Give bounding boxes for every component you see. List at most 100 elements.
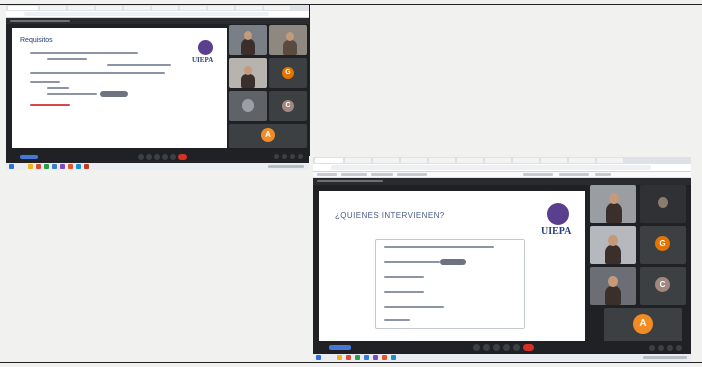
browser-tab[interactable] [541, 158, 567, 163]
present-icon[interactable] [162, 154, 168, 160]
participant-tile[interactable] [229, 25, 267, 55]
slide-text-line [384, 276, 424, 278]
taskbar-app-icon[interactable] [44, 164, 49, 169]
participant-tile[interactable] [590, 267, 636, 305]
taskbar-app-icon[interactable] [68, 164, 73, 169]
participant-tile[interactable]: C [269, 91, 307, 121]
taskbar-app-icon[interactable] [364, 355, 369, 360]
end-call-icon[interactable] [178, 154, 187, 160]
top-meet-window: Requisitos UIEPA G C A [6, 5, 309, 170]
taskbar-app-icon[interactable] [84, 164, 89, 169]
present-icon[interactable] [503, 344, 510, 351]
browser-tab[interactable] [401, 158, 427, 163]
slide-content-box [375, 239, 525, 329]
participant-tile[interactable]: G [269, 58, 307, 88]
microphone-icon[interactable] [138, 154, 144, 160]
taskbar-app-icon[interactable] [60, 164, 65, 169]
address-bar[interactable] [24, 12, 269, 16]
taskbar-app-icon[interactable] [52, 164, 57, 169]
bottom-divider [0, 362, 702, 363]
activities-icon[interactable] [676, 345, 682, 351]
start-icon[interactable] [316, 355, 321, 360]
participant-tile[interactable] [269, 25, 307, 55]
browser-tab[interactable] [373, 158, 399, 163]
address-bar[interactable] [331, 165, 651, 170]
browser-tab[interactable] [236, 6, 262, 10]
slide-red-note [30, 104, 70, 106]
browser-tab[interactable] [180, 6, 206, 10]
bookmark-item[interactable] [371, 173, 393, 176]
system-tray[interactable] [643, 356, 687, 359]
participant-face [609, 193, 619, 204]
camera-icon[interactable] [483, 344, 490, 351]
browser-tab[interactable] [315, 158, 343, 163]
meet-header [6, 18, 309, 24]
taskbar-app-icon[interactable] [36, 164, 41, 169]
taskbar-app-icon[interactable] [382, 355, 387, 360]
end-call-icon[interactable] [523, 344, 534, 351]
taskbar-app-icon[interactable] [337, 355, 342, 360]
more-icon[interactable] [170, 154, 176, 160]
taskbar-app-icon[interactable] [373, 355, 378, 360]
participant-tile[interactable]: A [229, 124, 307, 148]
camera-icon[interactable] [146, 154, 152, 160]
taskbar-app-icon[interactable] [391, 355, 396, 360]
participant-tile[interactable]: G [640, 226, 686, 264]
people-icon[interactable] [658, 345, 664, 351]
participant-tile[interactable] [640, 185, 686, 223]
participant-face [608, 235, 618, 246]
people-icon[interactable] [282, 154, 287, 159]
browser-tab[interactable] [457, 158, 483, 163]
taskbar-app-icon[interactable] [28, 164, 33, 169]
bookmark-item[interactable] [559, 173, 589, 176]
bookmark-item[interactable] [397, 173, 427, 176]
bookmark-item[interactable] [341, 173, 367, 176]
bookmark-item[interactable] [317, 173, 337, 176]
captions-icon[interactable] [154, 154, 160, 160]
browser-tab[interactable] [597, 158, 623, 163]
start-icon[interactable] [9, 164, 14, 169]
browser-tab[interactable] [68, 6, 94, 10]
participant-body [283, 40, 297, 55]
captions-icon[interactable] [493, 344, 500, 351]
browser-tab[interactable] [429, 158, 455, 163]
participant-tile[interactable]: A [604, 308, 682, 343]
info-icon[interactable] [649, 345, 655, 351]
slide-text-line [30, 52, 138, 54]
participant-tile[interactable] [590, 226, 636, 264]
browser-tab[interactable] [8, 6, 38, 10]
participant-tile[interactable] [229, 91, 267, 121]
chat-icon[interactable] [290, 154, 295, 159]
more-icon[interactable] [513, 344, 520, 351]
taskbar-app-icon[interactable] [355, 355, 360, 360]
meet-control-bar [6, 151, 309, 163]
slide-text-line [30, 81, 60, 83]
activities-icon[interactable] [298, 154, 303, 159]
participant-tile[interactable] [229, 58, 267, 88]
bookmark-item[interactable] [523, 173, 553, 176]
browser-toolbar [313, 164, 691, 172]
bottom-meet-window: ¿QUIENES INTERVIENEN? UIEPA G C A [313, 157, 691, 361]
browser-tab[interactable] [264, 6, 290, 10]
participant-tile[interactable]: C [640, 267, 686, 305]
browser-tab[interactable] [569, 158, 595, 163]
browser-tab[interactable] [513, 158, 539, 163]
browser-tab[interactable] [208, 6, 234, 10]
taskbar-app-icon[interactable] [76, 164, 81, 169]
browser-tab[interactable] [96, 6, 122, 10]
browser-tab[interactable] [124, 6, 150, 10]
browser-tab[interactable] [40, 6, 66, 10]
info-icon[interactable] [274, 154, 279, 159]
chat-icon[interactable] [667, 345, 673, 351]
meet-control-bar [313, 341, 691, 354]
microphone-icon[interactable] [473, 344, 480, 351]
system-tray[interactable] [268, 165, 304, 168]
browser-tab[interactable] [485, 158, 511, 163]
participant-tile[interactable] [590, 185, 636, 223]
meeting-code-chip [20, 155, 38, 159]
bookmark-item[interactable] [595, 173, 611, 176]
browser-tab[interactable] [152, 6, 178, 10]
browser-tab[interactable] [345, 158, 371, 163]
participant-avatar: G [282, 67, 294, 79]
taskbar-app-icon[interactable] [346, 355, 351, 360]
